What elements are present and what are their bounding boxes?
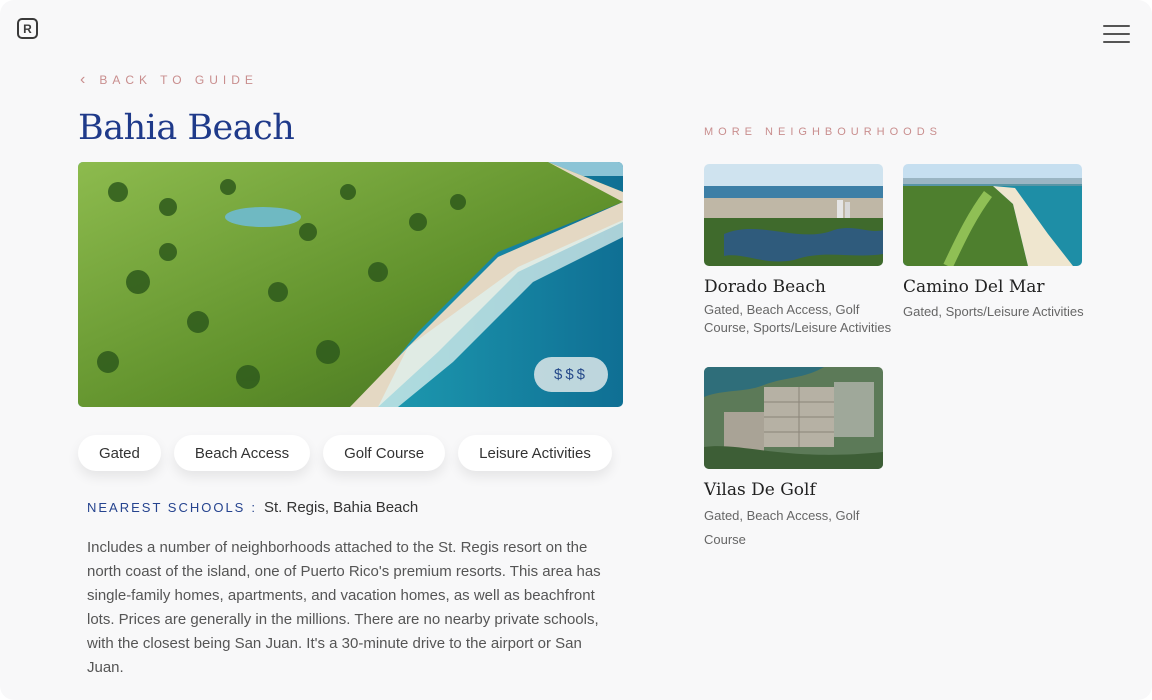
- tag-gated[interactable]: Gated: [78, 435, 161, 471]
- page-title: Bahia Beach: [78, 108, 295, 148]
- more-neighbourhoods-heading: MORE NEIGHBOURHOODS: [704, 126, 943, 138]
- feature-tags: Gated Beach Access Golf Course Leisure A…: [78, 435, 612, 471]
- neighbourhood-thumbnail[interactable]: [903, 164, 1082, 266]
- hamburger-menu-icon[interactable]: [1103, 25, 1130, 45]
- neighbourhood-thumbnail[interactable]: [704, 367, 883, 469]
- tag-golf-course[interactable]: Golf Course: [323, 435, 446, 471]
- logo-letter: R: [23, 21, 32, 36]
- card-features: Gated, Beach Access, Golf Course: [704, 508, 860, 547]
- neighbourhood-card-vilas-de-golf[interactable]: Vilas De Golf Gated, Beach Access, Golf …: [704, 367, 904, 552]
- nearest-schools: NEAREST SCHOOLS : St. Regis, Bahia Beach: [87, 499, 418, 516]
- camino-del-mar-photo: [903, 164, 1082, 266]
- hero-image: $$$: [78, 162, 623, 407]
- tag-leisure-activities[interactable]: Leisure Activities: [458, 435, 612, 471]
- nearest-schools-colon: :: [251, 500, 255, 515]
- neighbourhood-description: Includes a number of neighborhoods attac…: [87, 539, 601, 676]
- back-to-guide-link[interactable]: ‹ BACK TO GUIDE: [80, 72, 258, 88]
- page: R ‹ BACK TO GUIDE Bahia Beach $$$ Gated …: [0, 0, 1152, 700]
- back-to-guide-label: BACK TO GUIDE: [99, 73, 258, 87]
- card-title: Camino Del Mar: [903, 277, 1045, 297]
- chevron-left-icon: ‹: [80, 71, 86, 88]
- nearest-schools-value: St. Regis, Bahia Beach: [263, 499, 419, 516]
- card-title: Dorado Beach: [704, 277, 826, 297]
- dorado-beach-photo: [704, 164, 883, 266]
- neighbourhood-thumbnail[interactable]: [704, 164, 883, 266]
- logo[interactable]: R: [17, 18, 38, 39]
- neighbourhood-card-dorado-beach[interactable]: Dorado Beach Gated, Beach Access, Golf C…: [704, 164, 904, 337]
- tag-beach-access[interactable]: Beach Access: [173, 435, 311, 471]
- card-title: Vilas De Golf: [704, 480, 816, 500]
- card-features: Gated, Sports/Leisure Activities: [903, 304, 1084, 319]
- card-features: Gated, Beach Access, Golf Course, Sports…: [704, 302, 892, 335]
- price-badge: $$$: [534, 357, 608, 392]
- nearest-schools-label: NEAREST SCHOOLS: [87, 500, 246, 515]
- vilas-de-golf-photo: [704, 367, 883, 469]
- neighbourhood-card-camino-del-mar[interactable]: Camino Del Mar Gated, Sports/Leisure Act…: [903, 164, 1103, 321]
